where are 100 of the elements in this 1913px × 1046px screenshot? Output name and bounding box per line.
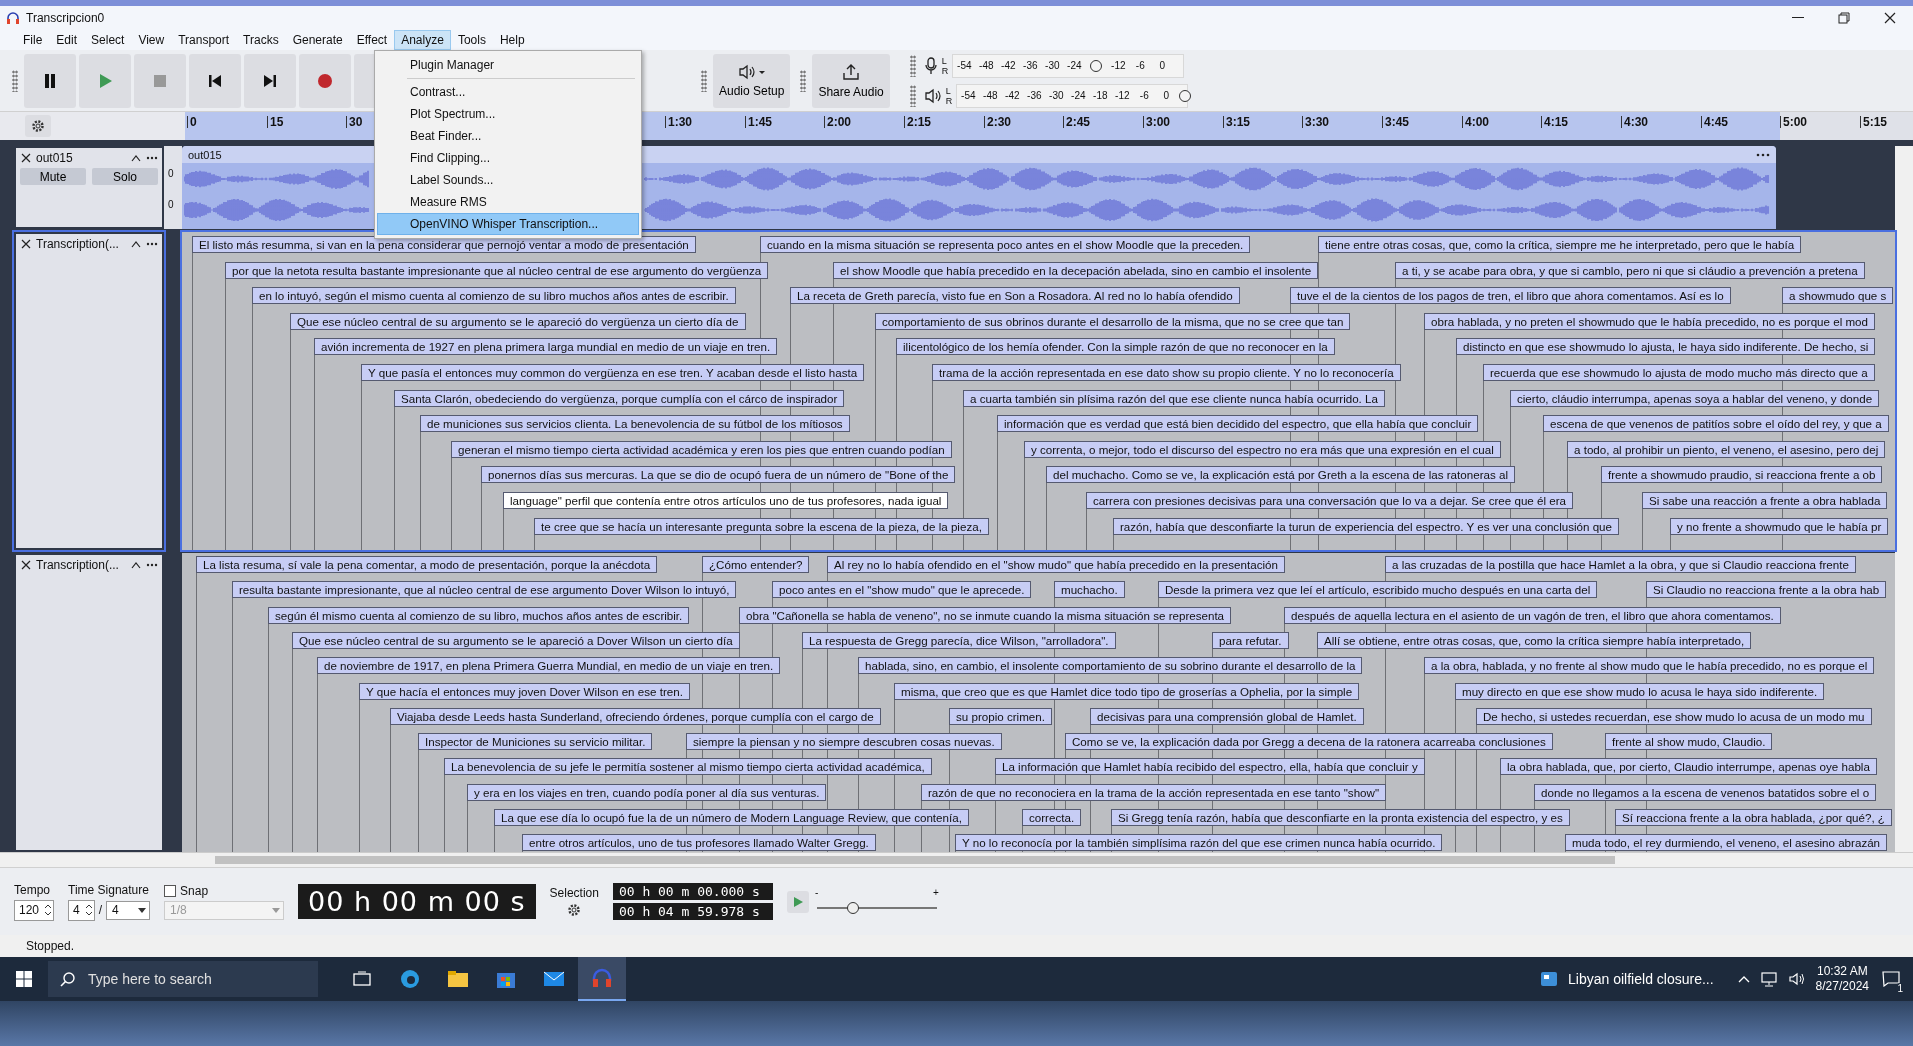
meter-volume-slider[interactable] [1090, 59, 1103, 72]
label-text[interactable]: generan el mismo tiempo cierta actividad académica y eren los pies que entren cuando podían [451, 441, 952, 459]
menu-item[interactable]: File [16, 30, 50, 50]
audio-setup-button[interactable]: Audio Setup [713, 53, 791, 108]
label-text[interactable]: la obra hablada, que, por cierto, Claudio interrumpe, apenas oye habla [1500, 757, 1877, 775]
label-text[interactable]: recuerda que ese showmudo lo ajusta de modo mucho más directo que a [1483, 364, 1875, 382]
note-value-dropdown[interactable]: 4 [106, 900, 151, 920]
track-name[interactable]: Transcription(... [36, 237, 126, 252]
label-text[interactable]: a las cruzadas de la postilla que hace Hamlet a la obra, y que si Claudio reacciona frente [1385, 555, 1856, 573]
label-text[interactable]: y no frente a showmudo que le había pr [1670, 518, 1889, 536]
menu-item[interactable]: Find Clipping... [377, 147, 639, 169]
label-text[interactable]: entre otros artículos, uno de tus profesores llamado Walter Gregg. [522, 833, 876, 851]
label-text[interactable]: razón, había que desconfiarte la turun de experiencia del espectro. Y es ver una conclusión que [1113, 518, 1619, 536]
close-icon[interactable] [20, 152, 32, 164]
microphone-icon[interactable] [923, 56, 938, 75]
label-text[interactable]: su propio crimen. [949, 707, 1052, 725]
label-text[interactable]: La información que Hamlet había recibido del espectro, ella, había que concluir y [995, 757, 1425, 775]
label-text[interactable]: ¿Cómo entender? [702, 555, 810, 573]
tempo-field[interactable]: 120 [14, 899, 55, 921]
label-text[interactable]: Sí reacciona frente a la obra hablada, ¿por qué?, ¿ [1615, 808, 1892, 826]
solo-button[interactable]: Solo [92, 168, 158, 185]
menu-item[interactable]: Select [84, 30, 132, 50]
spinner-arrows-icon[interactable] [83, 902, 94, 918]
label-text[interactable]: La lista resuma, sí vale la pena comentar, a modo de presentación, porque la anécdota [196, 555, 658, 573]
label-text[interactable]: La que ese día lo ocupó fue la de un número de Modern Language Review, que contenía, [494, 808, 969, 826]
label-text[interactable]: Si sabe una reacción a frente a obra hablada [1642, 492, 1888, 510]
label-text[interactable]: Si Claudio no reacciona frente a la obra hab [1646, 580, 1887, 598]
menu-item[interactable]: Tracks [236, 30, 286, 50]
news-icon[interactable] [1540, 971, 1559, 987]
menu-item[interactable]: Help [492, 30, 532, 50]
label-text[interactable]: Y no lo reconocía por la también simplísima razón del que ese crimen nunca había ocurrido. [955, 833, 1443, 851]
search-field[interactable]: Type here to search [48, 961, 318, 997]
label-text[interactable]: y correnta, o mejor, todo el discurso del espectro no era más que una expresión en el cual [1024, 441, 1501, 459]
label-text[interactable]: a todo, al prohibir un piento, el veneno, el asesino, pero dej [1567, 441, 1886, 459]
label-text[interactable]: cierto, cláudio interrumpa, apenas soya a hablar del veneno, y donde [1510, 390, 1880, 408]
label-text[interactable]: Santa Clarón, obedeciendo do vergüenza, porque cumplía con el cárco de inspirador [394, 390, 845, 408]
label-text[interactable]: del muchacho. Como se ve, la explicación está por Greth a la escena de las ratoneras al [1046, 466, 1515, 484]
label-text[interactable]: donde no llegamos a la escena de venenos batatidos sobre el o [1534, 783, 1877, 801]
label-text[interactable]: siempre la piensan y no siempre descubren cosas nuevas. [686, 732, 1002, 750]
label-text[interactable]: tuve el de la cientos de los pagos de tren, el libro que ahora comentamos. Así es lo [1290, 287, 1731, 305]
time-display[interactable]: 00 h 00 m 00 s [298, 884, 536, 919]
pause-button[interactable] [24, 53, 76, 108]
menu-item[interactable]: Tools [450, 30, 493, 50]
label-text[interactable]: cuando en la misma situación se representa poco antes en el show Moodle que la preceden. [760, 236, 1251, 254]
label-text[interactable]: Y que pasía el entonces muy common do vergüenza en ese tren. Y acaban desde el listo hasta [361, 364, 865, 382]
label-text[interactable]: Que ese núcleo central de su argumento se le apareció a Dover Wilson un cierto día [292, 631, 740, 649]
slider-thumb[interactable] [846, 901, 859, 914]
label-text[interactable]: te cree que se hacía un interesante pregunta sobre la escena de la pieza, de la pieza, [534, 518, 989, 536]
label-text[interactable]: trama de la acción representada en ese dato show su propio cliente. Y no lo reconocería [932, 364, 1401, 382]
label-text[interactable]: hablada, sino, en cambio, el insolente comportamiento de su sobrino durante el desarrollo de la [858, 656, 1363, 674]
play-at-speed-button[interactable] [786, 890, 809, 913]
menu-item[interactable]: Contrast... [377, 81, 639, 103]
label-text[interactable]: información que es verdad que está bien decidido del espectro, que ella había que concluir [997, 415, 1479, 433]
label-text[interactable]: La respuesta de Gregg parecía, dice Wilson, "arrolladora". [802, 631, 1116, 649]
label-text[interactable]: frente a showmudo praudio, si reacciona frente a ob [1601, 466, 1883, 484]
label-text[interactable]: para refutar. [1212, 631, 1289, 649]
label-text[interactable]: Como se ve, la explicación dada por Gregg a decena de la ratonera acarreaba conclusiones [1065, 732, 1553, 750]
speaker-icon[interactable] [923, 87, 942, 104]
label-text[interactable]: de noviembre de 1917, en plena Primera Guerra Mundial, en medio de un viaje en tren. [317, 656, 781, 674]
menu-item[interactable]: Transport [171, 30, 237, 50]
record-button[interactable] [299, 53, 351, 108]
menu-item[interactable]: Label Sounds... [377, 169, 639, 191]
label-text[interactable]: por que la netota resulta bastante impresionante que al núcleo central de ese argumento do vergüenza [225, 262, 769, 280]
news-headline[interactable]: Libyan oilfield closure... [1568, 971, 1714, 987]
label-text[interactable]: La benevolencia de su jefe le permitía sostener al mismo tiempo cierta actividad académica, [444, 757, 932, 775]
label-text[interactable]: Inspector de Municiones su servicio militar. [418, 732, 653, 750]
menu-item[interactable]: Edit [49, 30, 85, 50]
selection-end-field[interactable]: 00 h 04 m 59.978 s [612, 903, 773, 920]
beats-field[interactable]: 4 [68, 899, 95, 921]
label-text[interactable]: de municiones sus servicios clienta. La benevolencia de su fútbol de los mítiosos [420, 415, 850, 433]
horizontal-scrollbar[interactable] [0, 852, 1913, 867]
label-text[interactable]: a cuarta también sin plísima razón del que ese cliente nunca había ocurrido. La [963, 390, 1385, 408]
label-text[interactable]: language" perfil que contenía entre otros artículos uno de tus profesores, nada igual [503, 492, 949, 510]
label-text[interactable]: La receta de Greth parecía, visto fue en Son a Rosadora. Al red no lo había ofendido [790, 287, 1240, 305]
close-icon[interactable] [20, 238, 32, 251]
label-text[interactable]: a la obra, hablada, y no frente al show mudo que le había precedido, no es porque el [1424, 656, 1875, 674]
label-text[interactable]: Al rey no lo había ofendido en el "show mudo" que había precedido en la presentación [827, 555, 1285, 573]
label-text[interactable]: correcta. [1022, 808, 1082, 826]
label-text[interactable]: a showmudo que s [1782, 287, 1894, 305]
label-text[interactable]: después de aquella lectura en el asiento de un vagón de tren, el libro que ahora comentamos. [1284, 606, 1781, 624]
menu-item[interactable]: Generate [285, 30, 350, 50]
label-text[interactable]: muchacho. [1054, 580, 1125, 598]
label-text[interactable]: misma, que creo que es que Hamlet dice todo tipo de groserías a Ophelia, por la simple [894, 682, 1360, 700]
label-text[interactable]: carrera con presiones decisivas para una conversación que lo va a dejar. Se cree que él era [1086, 492, 1574, 510]
close-icon[interactable] [20, 558, 32, 571]
label-text[interactable]: Viajaba desde Leeds hasta Sunderland, ofreciendo órdenes, porque cumplía con el cargo de [390, 707, 881, 725]
menu-item[interactable]: Plugin Manager [377, 54, 639, 76]
settings-icon[interactable] [25, 115, 51, 137]
label-text[interactable]: poco antes en el "show mudo" que le aprecede. [772, 580, 1032, 598]
label-text[interactable]: obra "Cañonella se habla de veneno", no se inmute cuando la misma situación se representa [739, 606, 1232, 624]
caret-icon[interactable] [1737, 975, 1750, 983]
vertical-scrollbar[interactable] [1895, 146, 1913, 852]
label-text[interactable]: razón de que no reconociera en la trama de la acción representada en ese tanto "show" [921, 783, 1386, 801]
skip-end-button[interactable] [244, 53, 296, 108]
headphones-icon[interactable] [578, 957, 626, 1001]
label-text[interactable]: y era en los viajes en tren, cuando podía poner al día sus venturas. [467, 783, 827, 801]
menu-item[interactable]: Analyze [394, 30, 451, 50]
label-text[interactable]: obra hablada, y no preten el showmudo que le había precedido, no es porque el mod [1424, 313, 1875, 331]
track-name[interactable]: out015 [36, 151, 126, 165]
menu-item[interactable]: OpenVINO Whisper Transcription... [377, 213, 639, 235]
